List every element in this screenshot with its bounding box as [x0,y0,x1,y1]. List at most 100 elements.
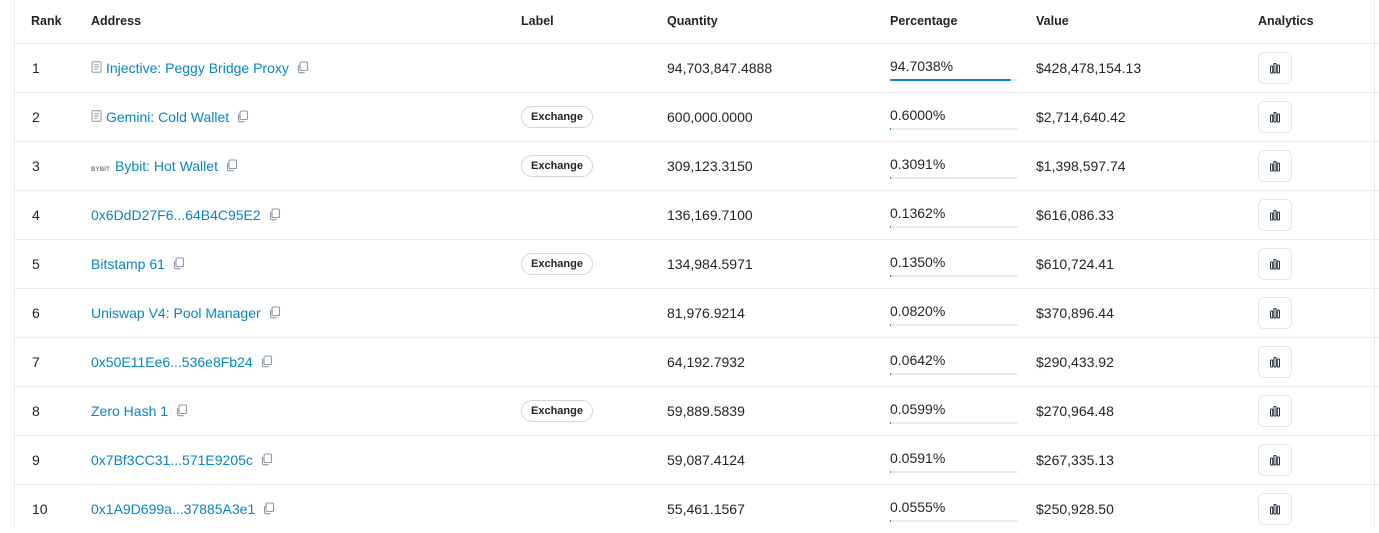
analytics-button[interactable] [1258,297,1292,329]
address-link[interactable]: Uniswap V4: Pool Manager [91,305,261,321]
bar-chart-icon [1269,356,1281,368]
analytics-cell [1258,484,1379,533]
token-holders-card: Rank Address Label Quantity Percentage V… [14,0,1375,529]
analytics-cell [1258,239,1379,288]
table-row: 4 0x6DdD27F6...64B4C95E2 136,169.7100 0.… [15,190,1379,239]
analytics-cell [1258,386,1379,435]
address-cell: 0x7Bf3CC31...571E9205c [91,435,521,484]
address-cell: Gemini: Cold Wallet [91,92,521,141]
rank-value: 7 [32,354,40,370]
percentage-wrap: 0.0820% [890,300,1018,326]
label-badge: Exchange [521,106,593,128]
analytics-cell [1258,337,1379,386]
address-link[interactable]: 0x6DdD27F6...64B4C95E2 [91,207,261,223]
rank-cell: 2 [15,92,91,141]
copy-icon[interactable] [225,159,238,172]
rank-cell: 1 [15,43,91,92]
analytics-button[interactable] [1258,493,1292,525]
percentage-bar [890,128,1018,130]
bar-chart-icon [1269,160,1281,172]
percentage-wrap: 0.1362% [890,202,1018,228]
quantity-cell: 55,461.1567 [667,484,890,533]
analytics-button[interactable] [1258,52,1292,84]
percentage-wrap: 0.6000% [890,104,1018,130]
value-amount: $250,928.50 [1036,501,1114,517]
address-cell: 0x50E11Ee6...536e8Fb24 [91,337,521,386]
rank-value: 10 [32,501,48,517]
analytics-cell [1258,92,1379,141]
percentage-value: 0.0820% [890,303,1018,319]
address-link[interactable]: Zero Hash 1 [91,403,168,419]
copy-icon[interactable] [296,61,309,74]
bar-chart-icon [1269,209,1281,221]
rank-value: 8 [32,403,40,419]
bybit-logo-icon: BYBIT [91,158,111,174]
address: Bitstamp 61 [91,256,185,272]
rank-value: 6 [32,305,40,321]
percentage-value: 0.0591% [890,450,1018,466]
percentage-cell: 0.0642% [890,337,1036,386]
analytics-button[interactable] [1258,346,1292,378]
address-link[interactable]: 0x1A9D699a...37885A3e1 [91,501,255,517]
quantity-value: 55,461.1567 [667,501,745,517]
percentage-value: 0.0555% [890,499,1018,515]
copy-icon[interactable] [262,502,275,515]
quantity-value: 59,087.4124 [667,452,745,468]
analytics-button[interactable] [1258,101,1292,133]
address-link[interactable]: 0x50E11Ee6...536e8Fb24 [91,354,253,370]
percentage-bar-fill [890,128,891,130]
address-link[interactable]: Injective: Peggy Bridge Proxy [106,60,289,76]
copy-icon[interactable] [268,208,281,221]
percentage-bar [890,324,1018,326]
header-percentage: Percentage [890,0,1036,43]
percentage-bar [890,177,1018,179]
copy-icon[interactable] [268,306,281,319]
analytics-cell [1258,435,1379,484]
percentage-value: 0.0599% [890,401,1018,417]
rank-cell: 5 [15,239,91,288]
value-cell: $1,398,597.74 [1036,141,1258,190]
quantity-cell: 94,703,847.4888 [667,43,890,92]
analytics-button[interactable] [1258,199,1292,231]
address-link[interactable]: 0x7Bf3CC31...571E9205c [91,452,253,468]
quantity-value: 81,976.9214 [667,305,745,321]
value-cell: $616,086.33 [1036,190,1258,239]
analytics-button[interactable] [1258,395,1292,427]
label-cell [521,190,667,239]
table-row: 1 Injective: Peggy Bridge Proxy 94,703,8… [15,43,1379,92]
percentage-cell: 0.6000% [890,92,1036,141]
address-cell: BYBIT Bybit: Hot Wallet [91,141,521,190]
address-link[interactable]: Gemini: Cold Wallet [106,109,229,125]
copy-icon[interactable] [175,404,188,417]
percentage-value: 0.3091% [890,156,1018,172]
rank-cell: 8 [15,386,91,435]
analytics-button[interactable] [1258,150,1292,182]
value-cell: $250,928.50 [1036,484,1258,533]
quantity-cell: 59,087.4124 [667,435,890,484]
value-cell: $428,478,154.13 [1036,43,1258,92]
header-rank: Rank [15,0,91,43]
percentage-bar [890,275,1018,277]
value-amount: $290,433.92 [1036,354,1114,370]
bar-chart-icon [1269,62,1281,74]
copy-icon[interactable] [260,453,273,466]
value-amount: $270,964.48 [1036,403,1114,419]
percentage-value: 94.7038% [890,58,1018,74]
address-cell: Injective: Peggy Bridge Proxy [91,43,521,92]
value-cell: $290,433.92 [1036,337,1258,386]
percentage-cell: 0.0555% [890,484,1036,533]
bar-chart-icon [1269,454,1281,466]
value-amount: $610,724.41 [1036,256,1114,272]
copy-icon[interactable] [236,110,249,123]
value-cell: $610,724.41 [1036,239,1258,288]
address-link[interactable]: Bybit: Hot Wallet [115,158,218,174]
percentage-wrap: 0.0642% [890,349,1018,375]
analytics-button[interactable] [1258,248,1292,280]
value-amount: $2,714,640.42 [1036,109,1126,125]
analytics-cell [1258,190,1379,239]
copy-icon[interactable] [260,355,273,368]
address: 0x50E11Ee6...536e8Fb24 [91,354,273,370]
copy-icon[interactable] [172,257,185,270]
address-link[interactable]: Bitstamp 61 [91,256,165,272]
analytics-button[interactable] [1258,444,1292,476]
